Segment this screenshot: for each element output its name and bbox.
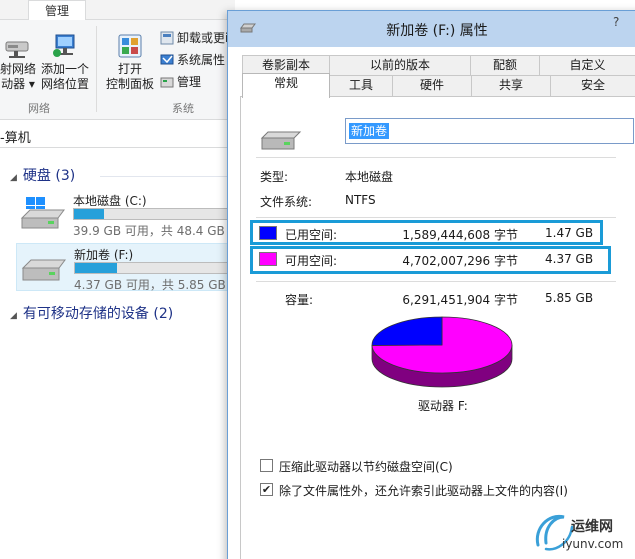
tab-security[interactable]: 安全 — [550, 75, 635, 96]
tab-quota[interactable]: 配额 — [470, 55, 540, 76]
drive-c[interactable]: 本地磁盘 (C:) 39.9 GB 可用，共 48.4 GB — [16, 190, 235, 238]
free-space-size: 4.37 GB — [545, 252, 594, 266]
network-group-label: 网络 — [28, 102, 50, 115]
removable-devices-header[interactable]: ◢ 有可移动存储的设备 (2) — [10, 303, 173, 323]
system-group-label: 系统 — [172, 102, 194, 115]
uninstall-icon — [160, 31, 174, 45]
open-control-panel-button[interactable]: 打开 控制面板 — [104, 32, 156, 92]
ribbon-tab-manage[interactable]: 管理 — [28, 0, 86, 20]
system-properties-label: 系统属性 — [177, 53, 226, 67]
used-space-swatch — [259, 226, 277, 240]
control-panel-icon — [118, 34, 142, 58]
type-label: 类型: — [260, 170, 289, 184]
add-network-location-button[interactable]: 添加一个 网络位置 — [40, 32, 90, 92]
ribbon-tab-bar: 管理 — [0, 0, 235, 20]
index-label: 除了文件属性外，还允许索引此驱动器上文件的内容(I) — [279, 484, 568, 498]
index-checkbox[interactable]: ✔ — [260, 483, 273, 496]
tab-sharing[interactable]: 共享 — [471, 75, 551, 96]
system-drive-icon — [20, 197, 65, 229]
ribbon-separator — [96, 26, 97, 112]
drive-icon — [21, 259, 66, 281]
disk-usage-pie — [371, 316, 513, 388]
tab-hardware[interactable]: 硬件 — [392, 75, 472, 96]
network-location-icon — [53, 34, 75, 57]
address-bar[interactable]: -算机 — [0, 122, 235, 148]
drive-status: 39.9 GB 可用，共 48.4 GB — [73, 224, 225, 238]
uninstall-label: 卸载或更i — [177, 31, 229, 45]
map-network-drive-button[interactable]: 射网络 动器 ▾ — [0, 32, 36, 92]
add-location-label-1: 添加一个 — [40, 62, 89, 76]
drive-letter-label: 驱动器 F: — [418, 399, 468, 413]
drive-f[interactable]: 新加卷 (F:) 4.37 GB 可用，共 5.85 GB — [16, 243, 235, 292]
section-divider — [256, 281, 616, 282]
manage-button[interactable]: 管理 — [160, 72, 201, 92]
hard-disks-label: 硬盘 (3) — [22, 168, 76, 184]
section-divider — [256, 217, 616, 218]
drive-status: 4.37 GB 可用，共 5.85 GB — [74, 278, 226, 292]
tab-general[interactable]: 常规 — [242, 73, 330, 98]
filesystem-value: NTFS — [345, 193, 376, 207]
control-panel-label-2: 控制面板 — [105, 77, 154, 91]
group-divider — [100, 176, 235, 177]
control-panel-label-1: 打开 — [117, 62, 142, 76]
network-drive-icon — [5, 41, 29, 58]
volume-name-selected-text: 新加卷 — [349, 123, 390, 139]
ribbon: 射网络 动器 ▾ 添加一个 网络位置 网络 打开 控制面板 卸载或更i 系统属性… — [0, 20, 235, 120]
drive-icon — [260, 131, 302, 150]
help-button[interactable]: ? — [613, 15, 619, 29]
tab-customize[interactable]: 自定义 — [539, 55, 635, 76]
section-divider — [256, 157, 616, 158]
explorer-window: 管理 射网络 动器 ▾ 添加一个 网络位置 网络 打开 控制面板 卸载或更i 系… — [0, 0, 235, 559]
free-space-swatch — [259, 252, 277, 266]
drive-name: 新加卷 (F:) — [74, 248, 134, 262]
compress-checkbox[interactable] — [260, 459, 273, 472]
add-location-label-2: 网络位置 — [40, 77, 89, 91]
collapse-arrow-icon[interactable]: ◢ — [10, 311, 17, 321]
capacity-size: 5.85 GB — [545, 291, 594, 305]
tab-tools[interactable]: 工具 — [329, 75, 393, 96]
free-space-bytes: 4,702,007,296 字节 — [402, 254, 518, 268]
drive-usage-bar — [73, 208, 235, 220]
map-drive-label-1: 射网络 — [0, 62, 37, 76]
manage-label: 管理 — [177, 75, 202, 89]
properties-dialog: 新加卷 (F:) 属性 ? 卷影副本 以前的版本 配额 自定义 常规 工具 硬件… — [227, 10, 635, 559]
capacity-label: 容量: — [285, 293, 314, 307]
type-value: 本地磁盘 — [345, 170, 394, 184]
title-bar[interactable]: 新加卷 (F:) 属性 ? — [228, 11, 635, 47]
watermark-text-en: iyunv.com — [562, 537, 624, 551]
uninstall-program-button[interactable]: 卸载或更i — [160, 28, 228, 48]
compress-label: 压缩此驱动器以节约磁盘空间(C) — [279, 460, 453, 474]
drive-name: 本地磁盘 (C:) — [73, 194, 147, 208]
map-drive-label-2: 动器 ▾ — [1, 77, 35, 91]
free-space-label: 可用空间: — [285, 254, 338, 268]
drive-usage-fill — [75, 263, 117, 273]
used-space-label: 已用空间: — [285, 228, 338, 242]
removable-devices-label: 有可移动存储的设备 (2) — [22, 306, 174, 322]
used-space-size: 1.47 GB — [545, 226, 594, 240]
pie-slice-used — [371, 316, 443, 346]
manage-icon — [160, 77, 174, 88]
capacity-bytes: 6,291,451,904 字节 — [402, 293, 518, 307]
system-properties-icon — [160, 54, 174, 65]
watermark-text-cn: 运维网 — [571, 519, 613, 535]
tab-previous-versions[interactable]: 以前的版本 — [329, 55, 471, 76]
dialog-title: 新加卷 (F:) 属性 — [386, 23, 488, 39]
used-space-bytes: 1,589,444,608 字节 — [402, 228, 518, 242]
hard-disks-header[interactable]: ◢ 硬盘 (3) — [10, 165, 75, 185]
drive-usage-fill — [74, 209, 105, 219]
address-text: -算机 — [0, 131, 31, 146]
drive-usage-bar — [74, 262, 235, 274]
system-properties-button[interactable]: 系统属性 — [160, 50, 225, 70]
collapse-arrow-icon[interactable]: ◢ — [10, 173, 17, 183]
filesystem-label: 文件系统: — [260, 195, 313, 209]
